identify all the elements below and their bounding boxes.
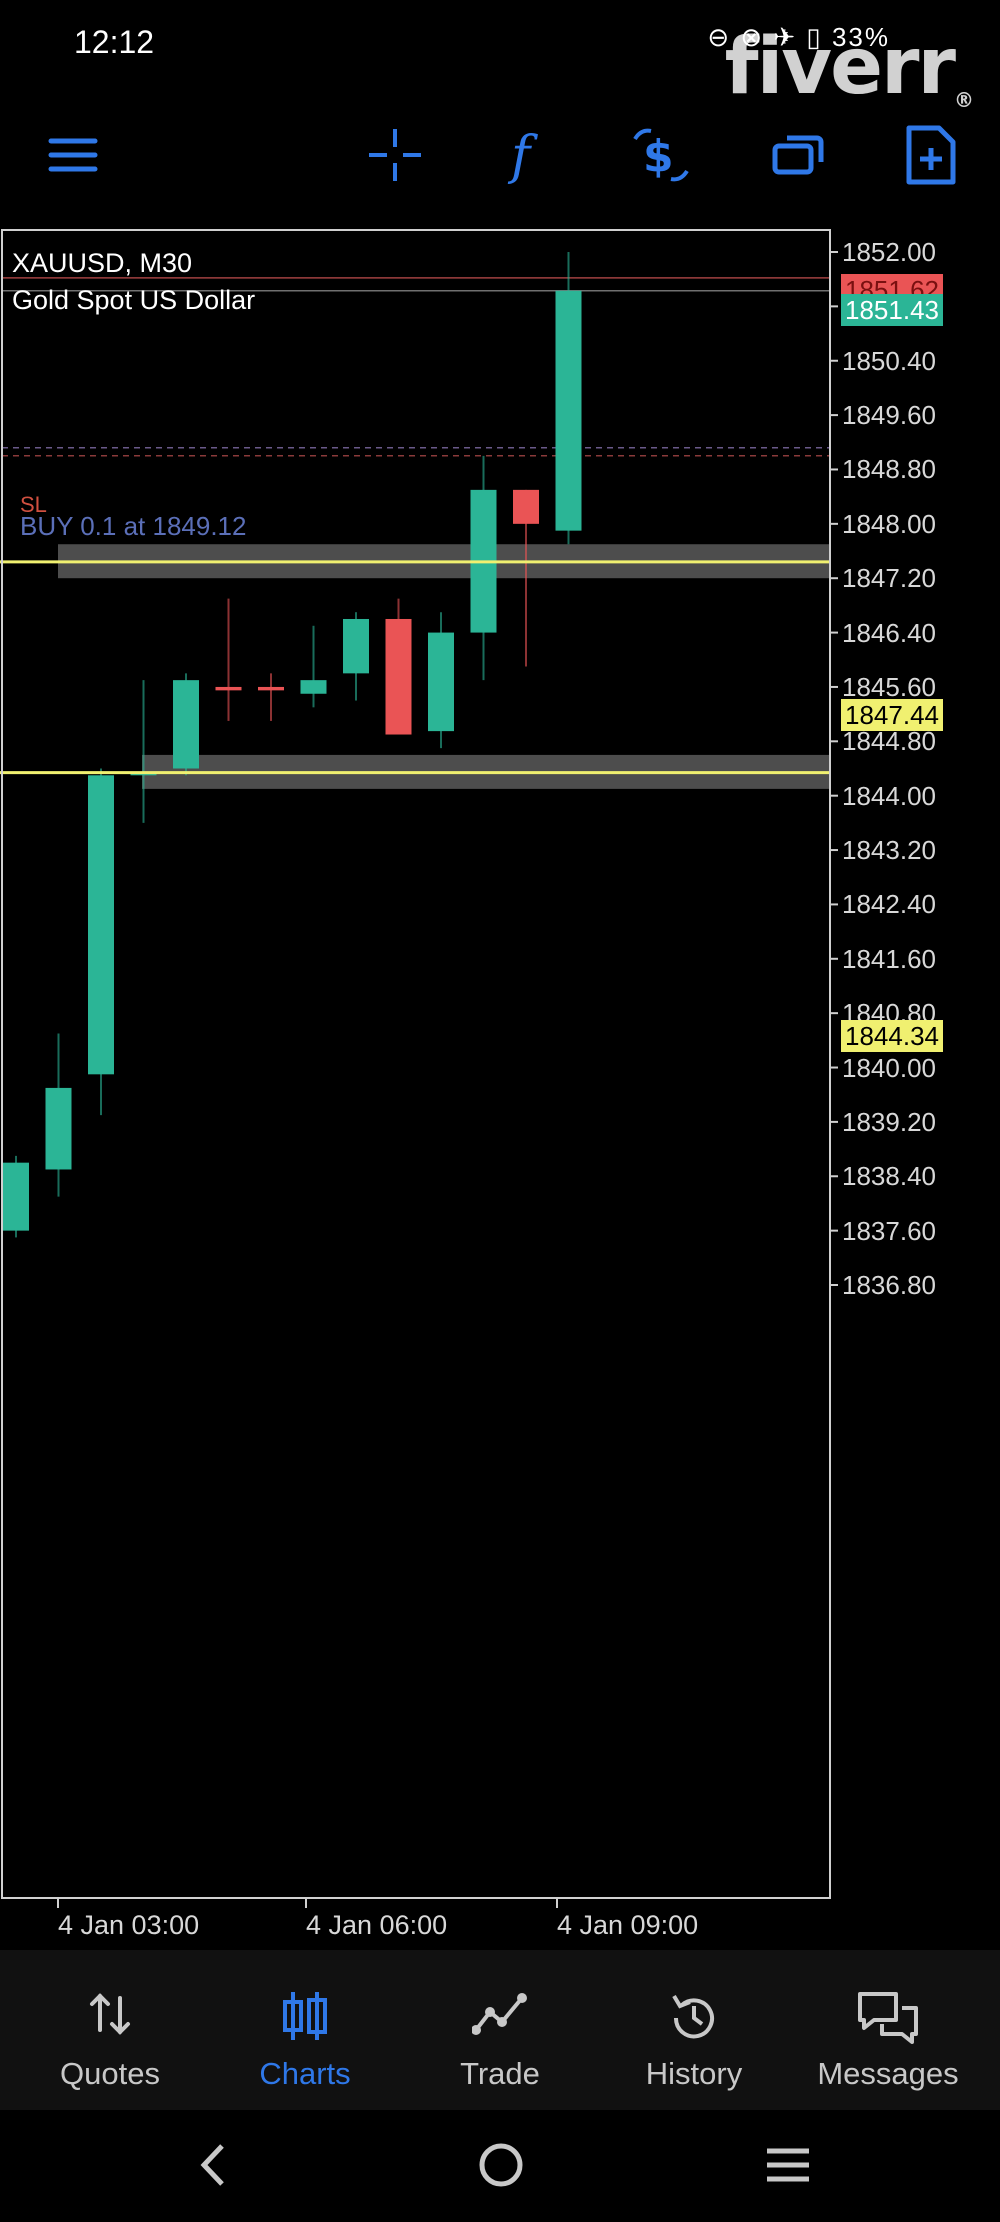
bottom-navigation: Quotes Charts Trade History Messages xyxy=(0,1950,1000,2110)
status-bar: 12:12 ⊖ ⊗ ✈ ▯ 33% fiverr® xyxy=(0,0,1000,112)
svg-text:$: $ xyxy=(643,131,674,182)
candle-body xyxy=(173,680,199,769)
level-tag-lower[interactable]: 1844.34 xyxy=(841,1020,943,1052)
watermark-logo: fiverr® xyxy=(724,22,974,112)
candle-body xyxy=(45,1087,72,1170)
price-axis-label: 1846.40 xyxy=(842,617,936,648)
candle-body xyxy=(428,632,454,732)
nav-messages[interactable]: Messages xyxy=(788,1950,988,2110)
price-axis-label: 1842.40 xyxy=(842,889,936,920)
price-axis-label: 1836.80 xyxy=(842,1270,936,1300)
recents-icon[interactable] xyxy=(738,2130,838,2200)
candle-body xyxy=(555,290,582,531)
price-axis-label: 1850.40 xyxy=(842,345,936,376)
chart-frame xyxy=(1,229,831,1899)
price-axis-label: 1840.00 xyxy=(842,1052,936,1083)
price-axis-label: 1848.00 xyxy=(842,508,936,539)
level-tag-upper[interactable]: 1847.44 xyxy=(841,699,943,731)
nav-label-history: History xyxy=(645,2056,743,2091)
nav-label-trade: Trade xyxy=(460,2056,540,2091)
candle-body xyxy=(88,775,114,1075)
price-axis-label: 1852.00 xyxy=(842,237,936,267)
menu-icon[interactable] xyxy=(38,110,108,200)
candle-body xyxy=(300,680,327,694)
crosshair-icon[interactable] xyxy=(360,110,430,200)
price-axis-label: 1837.60 xyxy=(842,1215,936,1246)
nav-quotes[interactable]: Quotes xyxy=(10,1950,210,2110)
indicators-icon[interactable]: f xyxy=(492,110,562,200)
new-order-icon[interactable] xyxy=(896,110,966,200)
svg-text:f: f xyxy=(507,126,538,185)
symbol-name: XAUUSD, M30 xyxy=(12,248,193,278)
messages-icon xyxy=(788,1990,988,2050)
trade-icon xyxy=(400,1990,600,2050)
nav-label-quotes: Quotes xyxy=(60,2056,160,2091)
candle-body xyxy=(215,686,242,691)
price-axis-label: 1848.80 xyxy=(842,454,936,485)
nav-trade[interactable]: Trade xyxy=(400,1950,600,2110)
quotes-icon xyxy=(10,1990,210,2050)
price-axis-label: 1843.20 xyxy=(842,835,936,866)
symbol-info: XAUUSD, M30 Gold Spot US Dollar xyxy=(12,245,255,319)
price-axis-label: 1844.00 xyxy=(842,780,936,811)
price-axis-label: 1847.20 xyxy=(842,563,936,594)
candle-body xyxy=(343,618,369,674)
candle-body xyxy=(385,618,412,735)
candle-body xyxy=(3,1162,29,1231)
chart-canvas[interactable] xyxy=(0,228,1000,1948)
price-axis-label: 1838.40 xyxy=(842,1161,936,1192)
home-icon[interactable] xyxy=(451,2130,551,2200)
bid-price-tag: 1851.43 xyxy=(841,294,943,326)
system-navigation xyxy=(0,2110,1000,2222)
time-axis-label: 4 Jan 03:00 xyxy=(58,1910,200,1940)
time-axis-label: 4 Jan 09:00 xyxy=(557,1910,699,1940)
nav-history[interactable]: History xyxy=(594,1950,794,2110)
nav-label-messages: Messages xyxy=(817,2056,959,2091)
status-time: 12:12 xyxy=(74,24,155,60)
symbol-description: Gold Spot US Dollar xyxy=(12,285,256,315)
candle-body xyxy=(258,686,284,691)
charts-icon xyxy=(205,1990,405,2050)
candle-body xyxy=(513,489,539,524)
time-axis-label: 4 Jan 06:00 xyxy=(306,1910,448,1940)
trade-dollar-icon[interactable]: $ xyxy=(626,110,696,200)
history-icon xyxy=(594,1990,794,2050)
chart-toolbar: f $ xyxy=(0,110,1000,200)
window-icon[interactable] xyxy=(764,110,834,200)
nav-charts[interactable]: Charts xyxy=(205,1950,405,2110)
nav-label-charts: Charts xyxy=(259,2056,351,2091)
price-chart[interactable]: XAUUSD, M30 Gold Spot US Dollar SL BUY 0… xyxy=(0,228,1000,1948)
price-axis-label: 1841.60 xyxy=(842,943,936,974)
back-icon[interactable] xyxy=(162,2130,262,2200)
price-axis-label: 1839.20 xyxy=(842,1106,936,1137)
order-line-label[interactable]: BUY 0.1 at 1849.12 xyxy=(20,511,246,542)
price-axis-label: 1849.60 xyxy=(842,400,936,431)
